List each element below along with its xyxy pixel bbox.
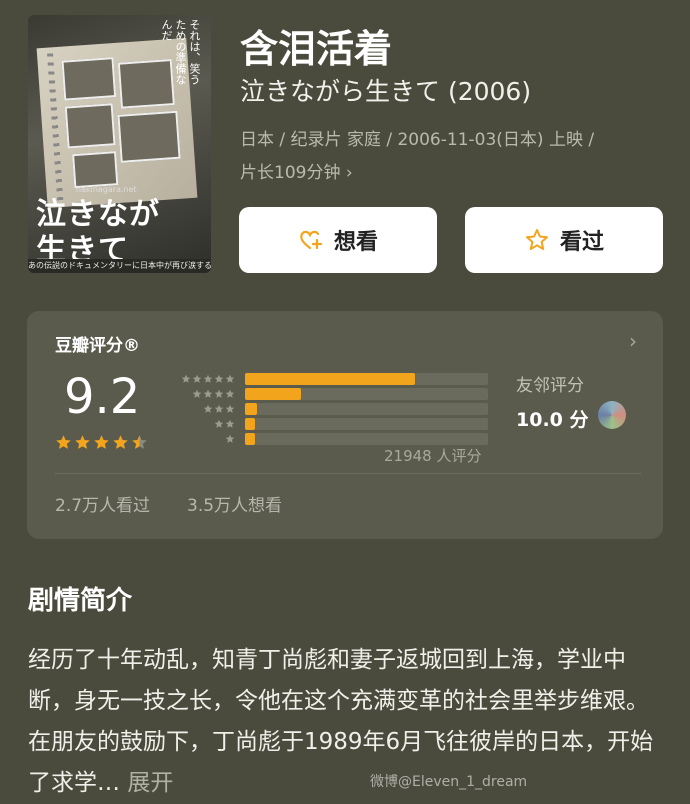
mini-star-icon — [225, 434, 235, 443]
distribution-bar-fill — [245, 388, 301, 400]
friends-rating-label: 友邻评分 — [516, 376, 584, 396]
wanted-count[interactable]: 3.5万人想看 — [187, 491, 282, 516]
rating-star — [132, 435, 147, 449]
expand-link[interactable]: 展开 — [120, 770, 173, 796]
watched-count[interactable]: 2.7万人看过 — [55, 491, 150, 516]
rating-stars — [55, 434, 148, 451]
mini-star-icon — [192, 374, 202, 383]
mini-star-icon — [214, 404, 224, 413]
mini-star-icon — [203, 374, 213, 383]
poster-url: nakinagara.net — [76, 185, 137, 194]
movie-title: 含泪活着 — [240, 27, 393, 71]
mini-star-icon — [225, 404, 235, 413]
distribution-bar-fill — [245, 373, 416, 385]
mini-star-icon — [181, 374, 191, 383]
rating-score: 9.2 — [64, 369, 141, 425]
distribution-bar-fill — [245, 403, 258, 415]
distribution-row — [177, 418, 488, 430]
want-to-watch-button[interactable]: 想看 — [239, 207, 437, 273]
watched-button[interactable]: 看过 — [465, 207, 663, 273]
watermark: 微博@Eleven_1_dream — [370, 774, 528, 790]
poster-photo — [64, 103, 116, 149]
poster-photo — [61, 57, 117, 101]
meta-line: 片长109分钟 › — [240, 163, 353, 183]
mini-star-icon — [214, 374, 224, 383]
rating-label: 豆瓣评分® — [55, 336, 140, 356]
star-outline-icon — [525, 229, 548, 250]
distribution-bar-fill — [245, 418, 255, 430]
distribution-bar — [245, 418, 488, 430]
rating-star — [75, 435, 90, 449]
movie-poster[interactable]: それは、笑うための準備なんだ nakinagara.net 泣きなが 生きて あ… — [28, 15, 211, 273]
distribution-bar — [245, 373, 488, 385]
mini-star-icon — [203, 404, 213, 413]
synopsis-heading: 剧情简介 — [28, 586, 133, 616]
heart-plus-icon — [300, 230, 323, 250]
rating-card[interactable]: 豆瓣评分® › 9.2 21948 人评分 友邻评分 10.0 分 2.7万人看… — [27, 311, 663, 539]
distribution-stars — [177, 374, 235, 384]
poster-title-line: 泣きなが — [36, 197, 160, 232]
friend-avatar[interactable] — [598, 401, 626, 429]
mini-star-icon — [225, 374, 235, 383]
distribution-stars — [177, 389, 235, 399]
movie-meta[interactable]: 日本 / 纪录片 家庭 / 2006-11-03(日本) 上映 / 片长109分… — [240, 124, 670, 190]
poster-photo — [72, 151, 119, 189]
friends-rating-value: 10.0 分 — [516, 409, 589, 431]
poster-photo — [117, 110, 181, 163]
rating-count: 21948 人评分 — [384, 447, 482, 465]
rating-star — [56, 435, 71, 449]
synopsis-text: 经历了十年动乱，知青丁尚彪和妻子返城回到上海，学业中断，身无一技之长，令他在这个… — [28, 640, 668, 804]
distribution-bar-fill — [245, 433, 255, 445]
poster-vertical-text: それは、笑うための準備なんだ — [160, 19, 201, 85]
mini-star-icon — [225, 419, 235, 428]
distribution-row — [177, 373, 488, 385]
mini-star-icon — [214, 389, 224, 398]
album-binding — [46, 53, 64, 204]
distribution-row — [177, 388, 488, 400]
mini-star-icon — [225, 389, 235, 398]
mini-star-icon — [214, 419, 224, 428]
distribution-row — [177, 433, 488, 445]
watched-label: 看过 — [559, 230, 604, 255]
mini-star-icon — [192, 389, 202, 398]
distribution-stars — [177, 419, 235, 429]
distribution-stars — [177, 434, 235, 444]
distribution-row — [177, 403, 488, 415]
poster-tagline: あの伝説のドキュメンタリーに日本中が再び涙する — [28, 259, 211, 273]
expand-label: 展开 — [127, 770, 174, 796]
distribution-bar — [245, 433, 488, 445]
mini-star-icon — [203, 389, 213, 398]
divider — [55, 473, 641, 474]
rating-star — [94, 435, 109, 449]
chevron-right-icon[interactable]: › — [629, 329, 637, 353]
distribution-stars — [177, 404, 235, 414]
distribution-bar — [245, 388, 488, 400]
meta-line: 日本 / 纪录片 家庭 / 2006-11-03(日本) 上映 / — [240, 130, 595, 150]
original-title: 泣きながら生きて (2006) — [240, 77, 532, 106]
rating-star — [113, 435, 128, 449]
want-to-watch-label: 想看 — [333, 230, 378, 255]
distribution-bar — [245, 403, 488, 415]
